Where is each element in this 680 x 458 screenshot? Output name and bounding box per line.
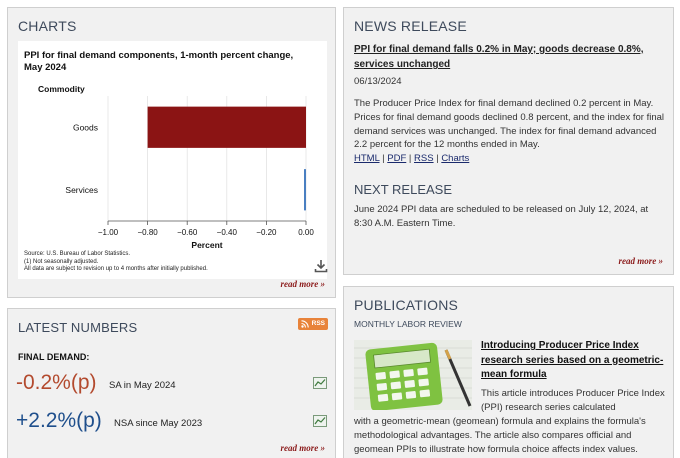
latest-read-more-link[interactable]: read more »	[281, 443, 326, 453]
rss-label: RSS	[311, 320, 325, 327]
latest-numbers-heading: LATEST NUMBERS	[18, 320, 138, 335]
stat-description: NSA since May 2023	[114, 418, 203, 429]
x-tick-label: 0.00	[298, 228, 314, 237]
news-links: HTML | PDF | RSS | Charts	[354, 153, 469, 164]
stat-value: +2.2%(p)	[16, 409, 102, 432]
charts-link[interactable]: Charts	[441, 153, 469, 164]
charts-panel: CHARTS PPI for final demand components, …	[7, 7, 336, 298]
source-line: Source: U.S. Bureau of Labor Statistics.	[24, 251, 131, 257]
chart-source-notes: Source: U.S. Bureau of Labor Statistics.…	[24, 251, 208, 274]
download-icon[interactable]	[314, 259, 328, 273]
stat-value: -0.2%(p)	[16, 371, 97, 394]
news-release-panel: NEWS RELEASE PPI for final demand falls …	[343, 7, 674, 275]
chart-icon[interactable]	[313, 415, 327, 427]
news-read-more-link[interactable]: read more »	[619, 256, 664, 266]
stat-row-nsa: +2.2%(p) NSA since May 2023	[16, 409, 328, 439]
x-tick-label: −0.80	[137, 228, 158, 237]
x-tick-label: −0.40	[217, 228, 238, 237]
news-release-heading: NEWS RELEASE	[354, 18, 467, 34]
stat-row-sa: -0.2%(p) SA in May 2024	[16, 371, 328, 401]
link-separator: |	[382, 153, 385, 164]
bar-services	[304, 169, 306, 211]
y-tick-label: Goods	[73, 122, 98, 132]
publication-title-link[interactable]: Introducing Producer Price Index researc…	[481, 339, 666, 383]
final-demand-label: FINAL DEMAND:	[18, 352, 90, 362]
publications-panel: PUBLICATIONS MONTHLY LABOR REVIEW Introd…	[343, 286, 674, 458]
news-headline-link[interactable]: PPI for final demand falls 0.2% in May; …	[354, 42, 664, 72]
link-separator: |	[436, 153, 439, 164]
chart-card: PPI for final demand components, 1-month…	[18, 41, 328, 279]
latest-numbers-panel: LATEST NUMBERS RSS FINAL DEMAND: -0.2%(p…	[7, 308, 336, 458]
chart-x-axis-label: Percent	[191, 240, 222, 250]
charts-heading: CHARTS	[18, 18, 77, 34]
bar-chart: −1.00 −0.80 −0.60 −0.40 −0.20 0.00 Goods Servic…	[65, 96, 314, 250]
stat-description: SA in May 2024	[109, 380, 176, 391]
publication-body-indented: This article introduces Producer Price I…	[481, 388, 665, 413]
y-tick-label: Services	[65, 185, 98, 195]
html-link[interactable]: HTML	[354, 153, 380, 164]
next-release-heading: NEXT RELEASE	[354, 182, 453, 197]
link-separator: |	[408, 153, 412, 164]
rss-button[interactable]: RSS	[298, 318, 328, 330]
publication-body: This article introduces Producer Price I…	[354, 387, 670, 457]
source-line: (1) Not seasonally adjusted.	[24, 258, 99, 265]
bar-goods	[147, 106, 306, 148]
chart-icon[interactable]	[313, 377, 327, 389]
x-tick-label: −0.60	[177, 228, 198, 237]
publications-heading: PUBLICATIONS	[354, 297, 459, 313]
charts-read-more-link[interactable]: read more »	[281, 279, 326, 289]
pdf-link[interactable]: PDF	[387, 153, 406, 164]
rss-icon	[301, 320, 309, 328]
x-tick-label: −0.20	[256, 228, 277, 237]
news-body: The Producer Price Index for final deman…	[354, 98, 664, 151]
x-tick-label: −1.00	[98, 228, 119, 237]
news-date: 06/13/2024	[354, 76, 402, 87]
publication-body-rest: with a geometric-mean (geomean) formula …	[354, 416, 646, 455]
next-release-body: June 2024 PPI data are scheduled to be r…	[354, 204, 649, 229]
rss-link[interactable]: RSS	[414, 153, 434, 164]
publication-section-label: MONTHLY LABOR REVIEW	[354, 319, 462, 329]
source-line: All data are subject to revision up to 4…	[24, 266, 208, 272]
